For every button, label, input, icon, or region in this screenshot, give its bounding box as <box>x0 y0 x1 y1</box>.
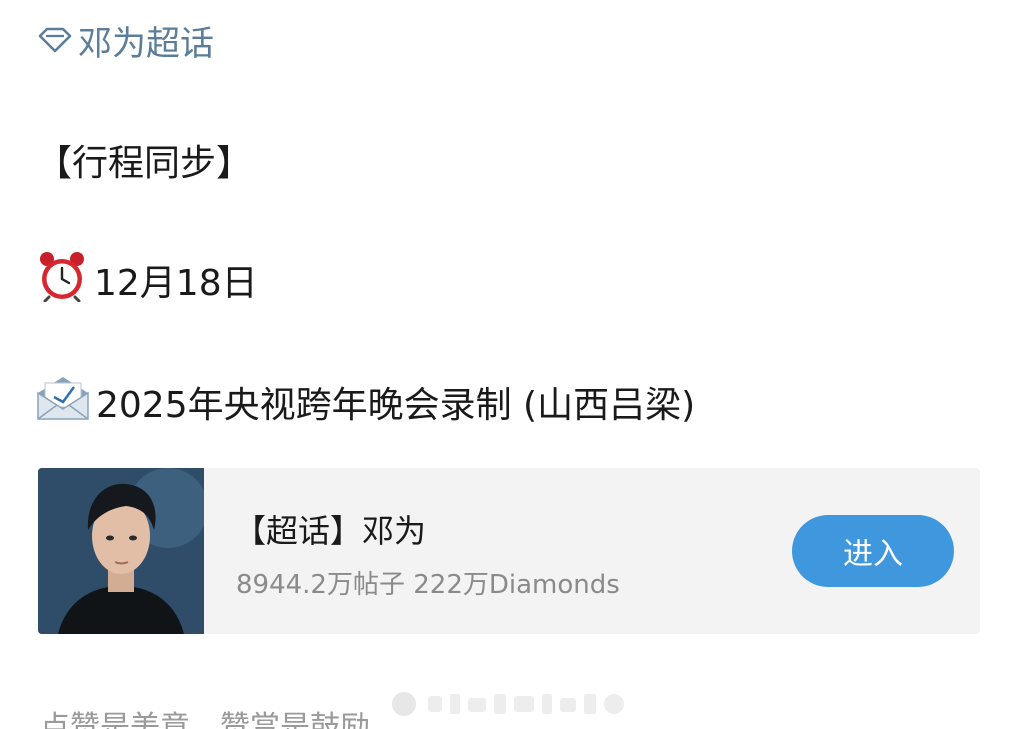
footer-text: 点赞是美意，赞赏是鼓励 <box>40 710 370 729</box>
post-date: 12月18日 <box>94 263 258 304</box>
supertopic-title: 【超话】邓为 <box>234 512 427 550</box>
post-event: 2025年央视跨年晚会录制 (山西吕梁) <box>96 385 696 426</box>
watermark <box>388 690 628 718</box>
post-event-line: 2025年央视跨年晚会录制 (山西吕梁) <box>36 372 695 432</box>
enter-button[interactable]: 进入 <box>792 515 954 587</box>
topic-label: 邓为超话 <box>78 23 214 64</box>
envelope-icon <box>36 375 90 430</box>
supertopic-stats: 8944.2万帖子 222万Diamonds <box>236 570 620 600</box>
supertopic-avatar <box>38 468 204 634</box>
post-date-line: 12月18日 <box>36 250 258 311</box>
topic-link[interactable]: 邓为超话 <box>38 14 214 66</box>
post-heading: 【行程同步】 <box>36 132 252 188</box>
supertopic-card[interactable]: 【超话】邓为 8944.2万帖子 222万Diamonds 进入 <box>38 468 980 634</box>
post-heading-text: 【行程同步】 <box>36 143 253 184</box>
post-page: 邓为超话 【行程同步】 12月18日 2025年央视跨年晚会录制 (山西吕梁) … <box>0 0 1016 729</box>
alarm-clock-icon <box>36 250 88 311</box>
diamond-icon <box>38 27 72 53</box>
